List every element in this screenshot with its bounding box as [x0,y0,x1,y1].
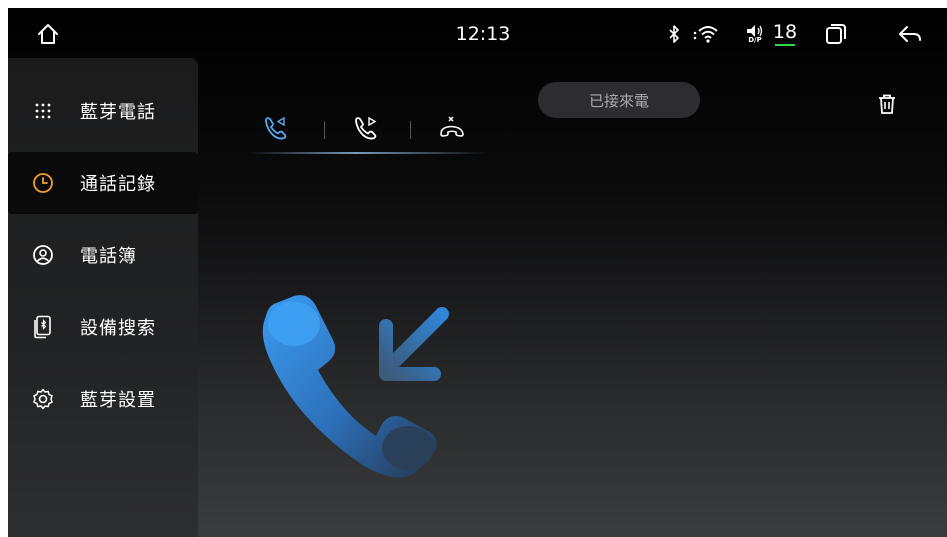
tab-separator [324,121,325,139]
volume-level[interactable]: 18 [768,16,802,50]
outgoing-call-icon [353,115,379,145]
device-search-icon [28,312,58,342]
trash-icon[interactable] [874,90,900,118]
sidebar: 藍芽電話 通話記錄 電話簿 設備搜索 藍芽設置 [8,58,198,537]
volume-bar [775,43,795,46]
contact-icon [28,240,58,270]
call-filter-pill[interactable]: 已接來電 [538,82,700,118]
sidebar-item-label: 藍芽電話 [80,102,156,123]
bluetooth-icon [663,20,685,48]
home-icon[interactable] [30,18,66,50]
sidebar-item-label: 藍芽設置 [80,390,156,411]
settings-icon [28,384,58,414]
sidebar-item-call-log[interactable]: 通話記錄 [8,152,198,214]
sidebar-item-label: 通話記錄 [80,174,156,195]
tab-underline [248,152,488,154]
tab-missed-calls[interactable] [432,112,472,148]
incoming-call-illustration [256,288,476,498]
clock-time: 12:13 [455,23,511,45]
incoming-call-icon [263,115,289,145]
tab-outgoing-calls[interactable] [346,112,386,148]
head-unit-screen: 12:13 D/P 18 藍芽電話 通話記錄 電話簿 設備搜索 藍芽設置 已接來… [8,8,947,537]
sidebar-item-bluetooth-phone[interactable]: 藍芽電話 [8,80,198,142]
tab-separator [410,121,411,139]
speaker-icon: D/P [742,18,768,50]
sidebar-item-label: 設備搜索 [80,318,156,339]
sidebar-item-label: 電話簿 [80,246,137,267]
status-bar: 12:13 D/P 18 [8,8,947,58]
recent-apps-icon[interactable] [820,20,852,48]
clock-icon [28,168,58,198]
sidebar-item-phonebook[interactable]: 電話簿 [8,224,198,286]
sidebar-item-bluetooth-settings[interactable]: 藍芽設置 [8,368,198,430]
volume-value: 18 [772,20,798,43]
speaker-mode-label: D/P [748,36,762,44]
sidebar-item-device-search[interactable]: 設備搜索 [8,296,198,358]
missed-call-icon [438,114,466,146]
call-log-tabs [248,112,488,156]
tab-incoming-calls[interactable] [256,112,296,148]
wifi-icon [690,20,722,48]
back-icon[interactable] [892,18,928,50]
dialpad-icon [28,96,58,126]
